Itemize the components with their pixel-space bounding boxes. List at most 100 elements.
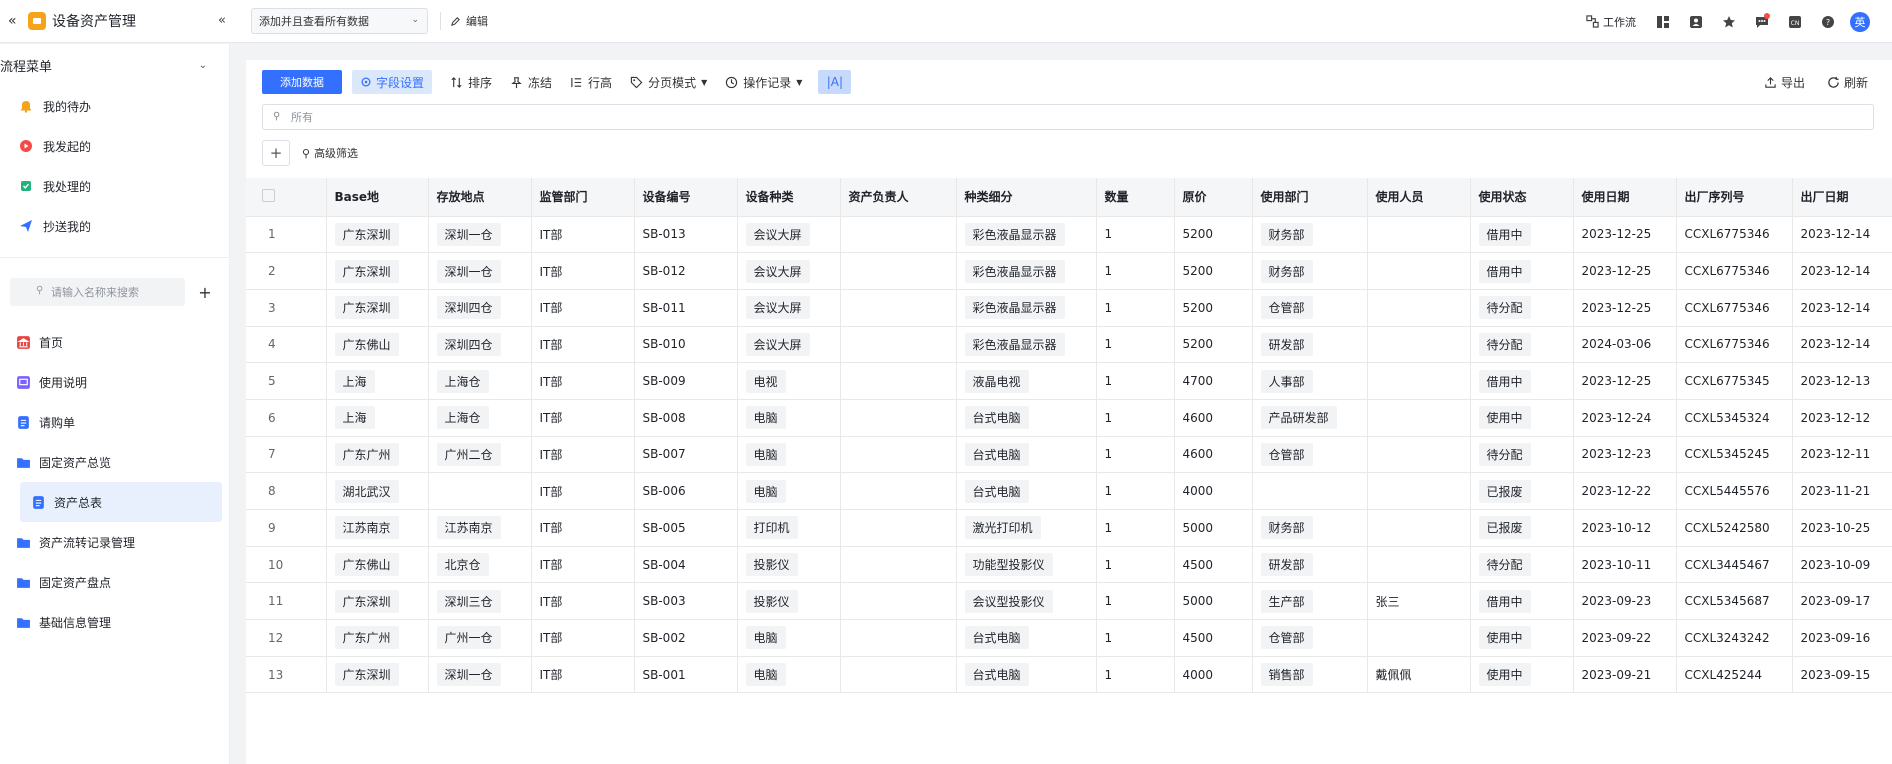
table-cell[interactable]: 上海 [326, 362, 429, 400]
table-cell[interactable]: IT部 [531, 326, 635, 364]
table-row[interactable]: 11 广东深圳 深圳三仓 IT部 SB-003 投影仪 会议型投影仪 1 5000 生产部 张三 借用… [246, 582, 1892, 621]
table-cell[interactable]: 台式电脑 [956, 399, 1097, 437]
table-cell[interactable]: 产品研发部 [1252, 399, 1368, 437]
table-cell[interactable]: 销售部 [1252, 656, 1368, 694]
table-cell[interactable]: 投影仪 [737, 582, 841, 621]
table-cell[interactable]: 台式电脑 [956, 436, 1097, 474]
table-cell[interactable]: 2023-12-11 [1792, 436, 1892, 474]
table-cell[interactable]: 财务部 [1252, 252, 1368, 290]
select-all-checkbox[interactable] [246, 178, 327, 217]
table-cell[interactable] [840, 436, 957, 474]
table-cell[interactable]: 4500 [1174, 619, 1253, 657]
table-cell[interactable]: 2023-12-22 [1573, 472, 1677, 510]
table-cell[interactable]: CCXL5345687 [1676, 582, 1793, 621]
add-filter-button[interactable]: + [262, 140, 290, 166]
column-header[interactable]: 监管部门 [531, 178, 635, 217]
row-index[interactable]: 11 [246, 582, 327, 621]
table-row[interactable]: 3 广东深圳 深圳四仓 IT部 SB-011 会议大屏 彩色液晶显示器 1 5200 仓管部 待分配… [246, 289, 1892, 327]
table-cell[interactable]: 江苏南京 [326, 509, 429, 547]
table-row[interactable]: 2 广东深圳 深圳一仓 IT部 SB-012 会议大屏 彩色液晶显示器 1 5200 财务部 借用中… [246, 252, 1892, 290]
back-icon[interactable]: « [8, 13, 22, 29]
table-cell[interactable]: 5000 [1174, 509, 1253, 547]
table-cell[interactable]: CCXL5445576 [1676, 472, 1793, 510]
table-cell[interactable] [428, 472, 532, 510]
table-cell[interactable]: 上海 [326, 399, 429, 437]
language-icon[interactable]: CN [1778, 15, 1811, 29]
table-cell[interactable]: 彩色液晶显示器 [956, 216, 1097, 254]
table-cell[interactable]: IT部 [531, 216, 635, 254]
history-button[interactable]: 操作记录 ▼ [725, 74, 802, 91]
table-cell[interactable]: 功能型投影仪 [956, 546, 1097, 584]
table-cell[interactable] [1367, 509, 1471, 547]
table-cell[interactable]: SB-002 [634, 619, 738, 657]
row-index[interactable]: 1 [246, 216, 327, 254]
table-cell[interactable] [840, 472, 957, 510]
table-cell[interactable]: 广东深圳 [326, 582, 429, 621]
table-row[interactable]: 9 江苏南京 江苏南京 IT部 SB-005 打印机 激光打印机 1 5000 财务部 已报废 202… [246, 509, 1892, 547]
table-row[interactable]: 4 广东佛山 深圳四仓 IT部 SB-010 会议大屏 彩色液晶显示器 1 5200 研发部 待分配… [246, 326, 1892, 364]
table-cell[interactable]: IT部 [531, 656, 635, 694]
table-cell[interactable]: IT部 [531, 399, 635, 437]
filter-search-input[interactable]: ⚲ 所有 [262, 104, 1874, 130]
table-cell[interactable]: 2023-12-13 [1792, 362, 1892, 400]
table-cell[interactable]: SB-005 [634, 509, 738, 547]
table-cell[interactable]: 4000 [1174, 656, 1253, 694]
freeze-button[interactable]: 冻结 [510, 74, 552, 91]
column-header[interactable]: 使用状态 [1470, 178, 1574, 217]
sort-button[interactable]: 排序 [450, 74, 492, 91]
table-row[interactable]: 7 广东广州 广州二仓 IT部 SB-007 电脑 台式电脑 1 4600 仓管部 待分配 2023-… [246, 436, 1892, 474]
table-cell[interactable]: CCXL6775346 [1676, 216, 1793, 254]
table-cell[interactable]: SB-008 [634, 399, 738, 437]
table-cell[interactable]: 2023-12-14 [1792, 289, 1892, 327]
table-cell[interactable]: 2023-12-14 [1792, 326, 1892, 364]
row-index[interactable]: 10 [246, 546, 327, 584]
text-size-button[interactable]: |A| [818, 70, 852, 94]
table-cell[interactable]: 广东佛山 [326, 326, 429, 364]
table-cell[interactable]: 会议大屏 [737, 216, 841, 254]
table-cell[interactable]: 深圳三仓 [428, 582, 532, 621]
table-cell[interactable]: SB-011 [634, 289, 738, 327]
table-cell[interactable]: 仓管部 [1252, 619, 1368, 657]
table-cell[interactable]: 2023-10-25 [1792, 509, 1892, 547]
table-cell[interactable] [1252, 472, 1368, 510]
table-cell[interactable]: 2023-09-15 [1792, 656, 1892, 694]
table-cell[interactable]: 4700 [1174, 362, 1253, 400]
table-cell[interactable]: 人事部 [1252, 362, 1368, 400]
sidebar-item-asset-table[interactable]: 资产总表 [20, 482, 222, 522]
view-select[interactable]: 添加并且查看所有数据 ⌄ [251, 8, 428, 34]
row-index[interactable]: 12 [246, 619, 327, 657]
table-cell[interactable]: 2023-12-14 [1792, 252, 1892, 290]
sidebar-item-basic-info[interactable]: 基础信息管理 [0, 602, 229, 642]
table-cell[interactable]: IT部 [531, 582, 635, 621]
table-cell[interactable]: 2024-03-06 [1573, 326, 1677, 364]
table-cell[interactable]: 深圳一仓 [428, 252, 532, 290]
table-cell[interactable]: 台式电脑 [956, 619, 1097, 657]
column-header[interactable]: 资产负责人 [840, 178, 957, 217]
table-cell[interactable]: 台式电脑 [956, 656, 1097, 694]
table-cell[interactable]: IT部 [531, 436, 635, 474]
table-cell[interactable]: 2023-10-12 [1573, 509, 1677, 547]
table-cell[interactable] [840, 399, 957, 437]
table-cell[interactable]: 待分配 [1470, 436, 1574, 474]
table-cell[interactable] [840, 289, 957, 327]
table-cell[interactable] [1367, 252, 1471, 290]
table-cell[interactable]: 电脑 [737, 399, 841, 437]
sidebar-item-inventory[interactable]: 固定资产盘点 [0, 562, 229, 602]
table-cell[interactable]: 5000 [1174, 582, 1253, 621]
table-cell[interactable]: 会议大屏 [737, 252, 841, 290]
table-cell[interactable]: 2023-12-23 [1573, 436, 1677, 474]
column-header[interactable]: 种类细分 [956, 178, 1097, 217]
field-settings-button[interactable]: 字段设置 [352, 70, 433, 94]
column-header[interactable]: 原价 [1174, 178, 1253, 217]
flow-menu-header[interactable]: 流程菜单 ⌄ [0, 44, 229, 86]
table-cell[interactable]: 台式电脑 [956, 472, 1097, 510]
table-cell[interactable]: 电脑 [737, 436, 841, 474]
table-cell[interactable]: 2023-12-25 [1573, 216, 1677, 254]
table-cell[interactable]: 打印机 [737, 509, 841, 547]
table-cell[interactable]: 1 [1096, 326, 1175, 364]
table-cell[interactable] [1367, 216, 1471, 254]
export-button[interactable]: 导出 [1764, 74, 1805, 91]
column-header[interactable]: 使用部门 [1252, 178, 1368, 217]
table-cell[interactable]: 仓管部 [1252, 289, 1368, 327]
advanced-filter-button[interactable]: ⚲ 高级筛选 [302, 145, 358, 161]
